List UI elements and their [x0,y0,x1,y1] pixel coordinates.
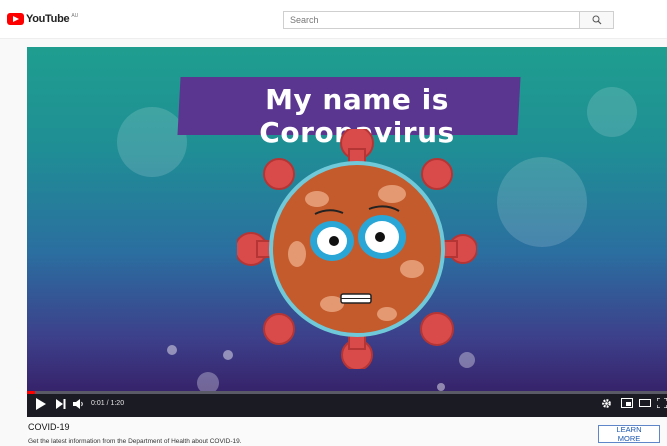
logo-country-code: AU [71,13,79,19]
logo-text: YouTube [26,13,70,25]
bokeh-dot [117,107,187,177]
time-display: 0:01 / 1:20 [91,400,125,407]
progress-bar-played [27,391,35,394]
bokeh-dot [167,345,177,355]
theater-mode-icon[interactable] [639,398,651,408]
next-icon[interactable] [56,398,66,410]
search-button[interactable] [579,11,614,29]
bokeh-dot [223,350,233,360]
youtube-logo[interactable]: YouTube AU [7,13,78,25]
bokeh-dot [497,157,587,247]
bokeh-dot [437,383,445,391]
settings-icon[interactable] [601,398,612,409]
info-panel-description: Get the latest information from the Depa… [28,438,242,445]
coronavirus-character-illustration [237,129,477,369]
youtube-play-logo-icon [7,13,24,25]
video-player[interactable]: My name is Coronavirus [27,47,667,391]
search-icon [592,15,601,25]
top-bar: YouTube AU [0,0,667,39]
learn-more-button[interactable]: LEARN MORE [598,425,660,443]
fullscreen-icon[interactable] [657,398,667,408]
play-icon[interactable] [36,398,46,410]
info-panel: COVID-19 Get the latest information from… [27,417,667,446]
bokeh-dot [197,372,219,391]
volume-icon[interactable] [73,398,85,410]
search-input[interactable] [283,11,579,29]
video-controls-bar: 0:01 / 1:20 [27,391,667,417]
miniplayer-icon[interactable] [621,398,633,408]
bokeh-dot [587,87,637,137]
progress-bar[interactable] [27,391,667,394]
info-panel-title: COVID-19 [28,422,70,432]
